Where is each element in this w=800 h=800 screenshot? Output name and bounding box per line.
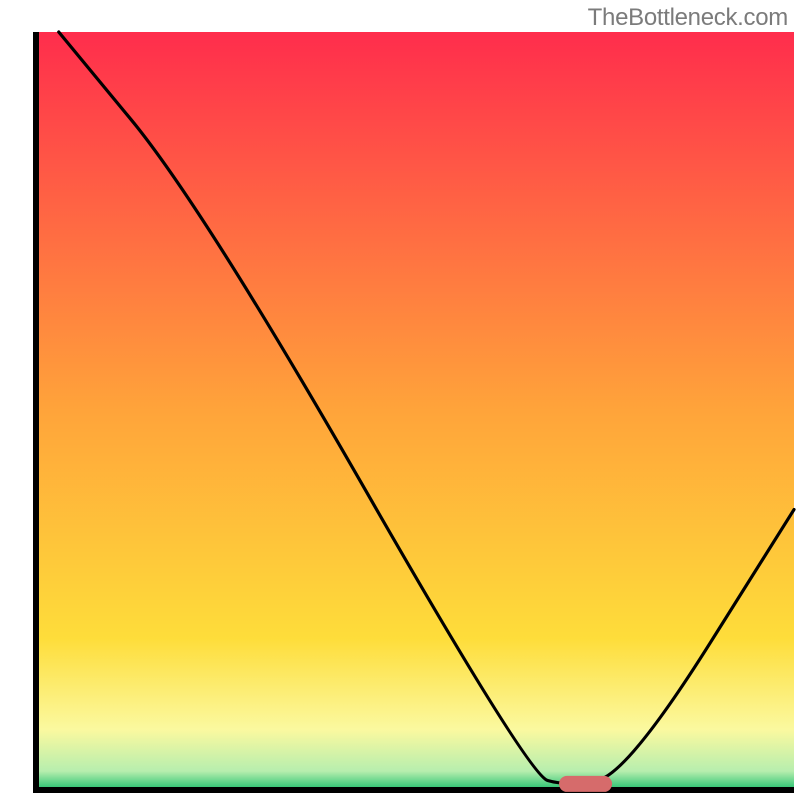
attribution-text: TheBottleneck.com	[588, 4, 788, 32]
optimum-marker	[559, 776, 612, 792]
bottleneck-chart	[0, 0, 800, 800]
